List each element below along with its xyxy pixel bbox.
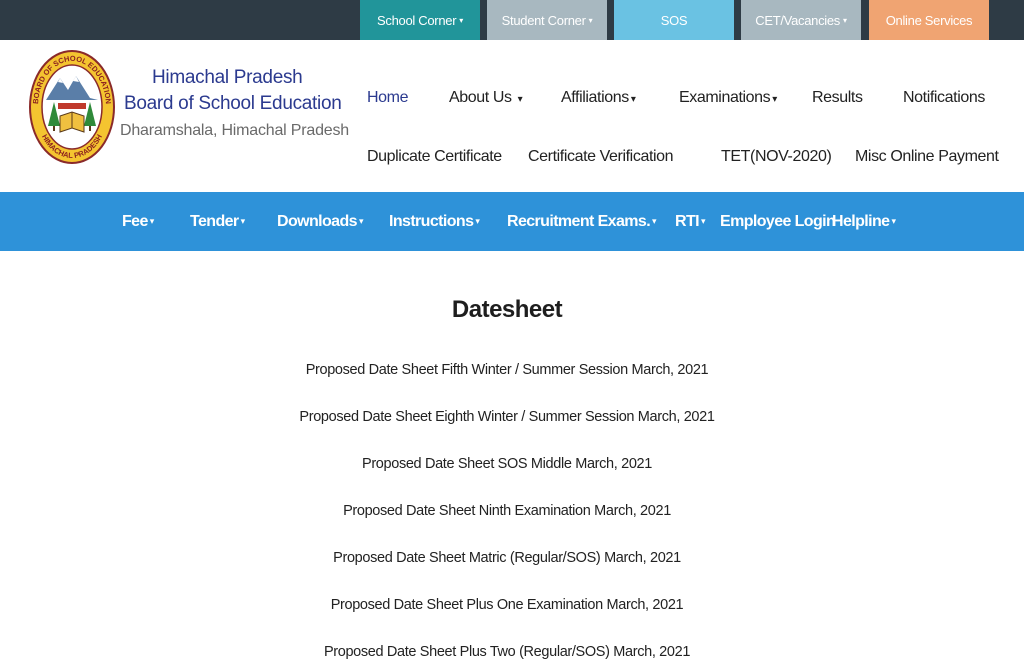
site-header: BOARD OF SCHOOL EDUCATION HIMACHAL PRADE… [0,40,1024,192]
datesheet-list: Proposed Date Sheet Fifth Winter / Summe… [0,362,1014,662]
nav-notifications[interactable]: Notifications [903,89,985,107]
datesheet-link[interactable]: Proposed Date Sheet Ninth Examination Ma… [0,503,1014,550]
nav-tender[interactable]: Tender ▾ [190,192,246,251]
board-seal-icon[interactable]: BOARD OF SCHOOL EDUCATION HIMACHAL PRADE… [28,48,116,166]
nav-duplicate-certificate[interactable]: Duplicate Certificate [367,148,502,166]
caret-down-icon: ▾ [772,94,777,105]
brand-line-2: Board of School Education [124,93,342,114]
datesheet-link[interactable]: Proposed Date Sheet Plus One Examination… [0,597,1014,644]
main-navigation-bar: Fee ▾ Tender ▾ Downloads ▾ Instructions ▾ Re… [0,192,1024,251]
datesheet-link[interactable]: Proposed Date Sheet Eighth Winter / Summ… [0,409,1014,456]
caret-down-icon: ▾ [459,15,463,25]
nav-misc-online-payment[interactable]: Misc Online Payment [855,148,999,166]
topbar-online-services[interactable]: Online Services [869,0,989,40]
datesheet-link[interactable]: Proposed Date Sheet Matric (Regular/SOS)… [0,550,1014,597]
caret-down-icon: ▾ [630,94,636,105]
topbar-sos[interactable]: SOS [614,0,734,40]
caret-down-icon: ▾ [475,216,480,226]
caret-down-icon: ▾ [517,94,523,105]
nav-employee-login[interactable]: Employee Login [720,192,836,251]
nav-tet[interactable]: TET(NOV-2020) [721,148,832,166]
topbar-label: School Corner [377,12,457,28]
topbar-student-corner[interactable]: Student Corner ▾ [487,0,607,40]
nav-home[interactable]: Home [367,89,408,107]
nav-recruitment-exams[interactable]: Recruitment Exams. ▾ [507,192,657,251]
page-title: Datesheet [451,296,563,323]
topbar-label: Student Corner [501,12,586,28]
nav-helpline[interactable]: Helpline ▾ [832,192,896,251]
caret-down-icon: ▾ [652,216,657,226]
nav-about-us[interactable]: About Us ▾ [449,89,523,107]
caret-down-icon: ▾ [700,216,706,226]
topbar-label: SOS [660,12,688,28]
datesheet-link[interactable]: Proposed Date Sheet Plus Two (Regular/SO… [0,644,1014,662]
nav-certificate-verification[interactable]: Certificate Verification [528,148,674,166]
caret-down-icon: ▾ [358,216,364,226]
nav-examinations[interactable]: Examinations ▾ [679,89,777,107]
datesheet-link[interactable]: Proposed Date Sheet Fifth Winter / Summe… [0,362,1014,409]
nav-results[interactable]: Results [812,89,863,107]
topbar-label: CET/Vacancies [755,12,840,28]
nav-affiliations[interactable]: Affiliations ▾ [561,89,636,107]
caret-down-icon: ▾ [240,216,246,226]
brand-location: Dharamshala, Himachal Pradesh [120,122,349,139]
topbar-cet-vacancies[interactable]: CET/Vacancies ▾ [741,0,861,40]
datesheet-link[interactable]: Proposed Date Sheet SOS Middle March, 20… [0,456,1014,503]
nav-rti[interactable]: RTI ▾ [675,192,705,251]
top-utility-bar: School Corner ▾ Student Corner ▾ SOS CET/V… [0,0,1024,40]
topbar-school-corner[interactable]: School Corner ▾ [360,0,480,40]
caret-down-icon: ▾ [843,15,847,25]
nav-instructions[interactable]: Instructions ▾ [389,192,480,251]
nav-fee[interactable]: Fee ▾ [122,192,154,251]
caret-down-icon: ▾ [588,15,593,25]
nav-downloads[interactable]: Downloads ▾ [277,192,363,251]
caret-down-icon: ▾ [891,216,896,226]
topbar-label: Online Services [885,12,973,28]
caret-down-icon: ▾ [149,216,155,226]
brand-line-1: Himachal Pradesh [152,67,303,88]
